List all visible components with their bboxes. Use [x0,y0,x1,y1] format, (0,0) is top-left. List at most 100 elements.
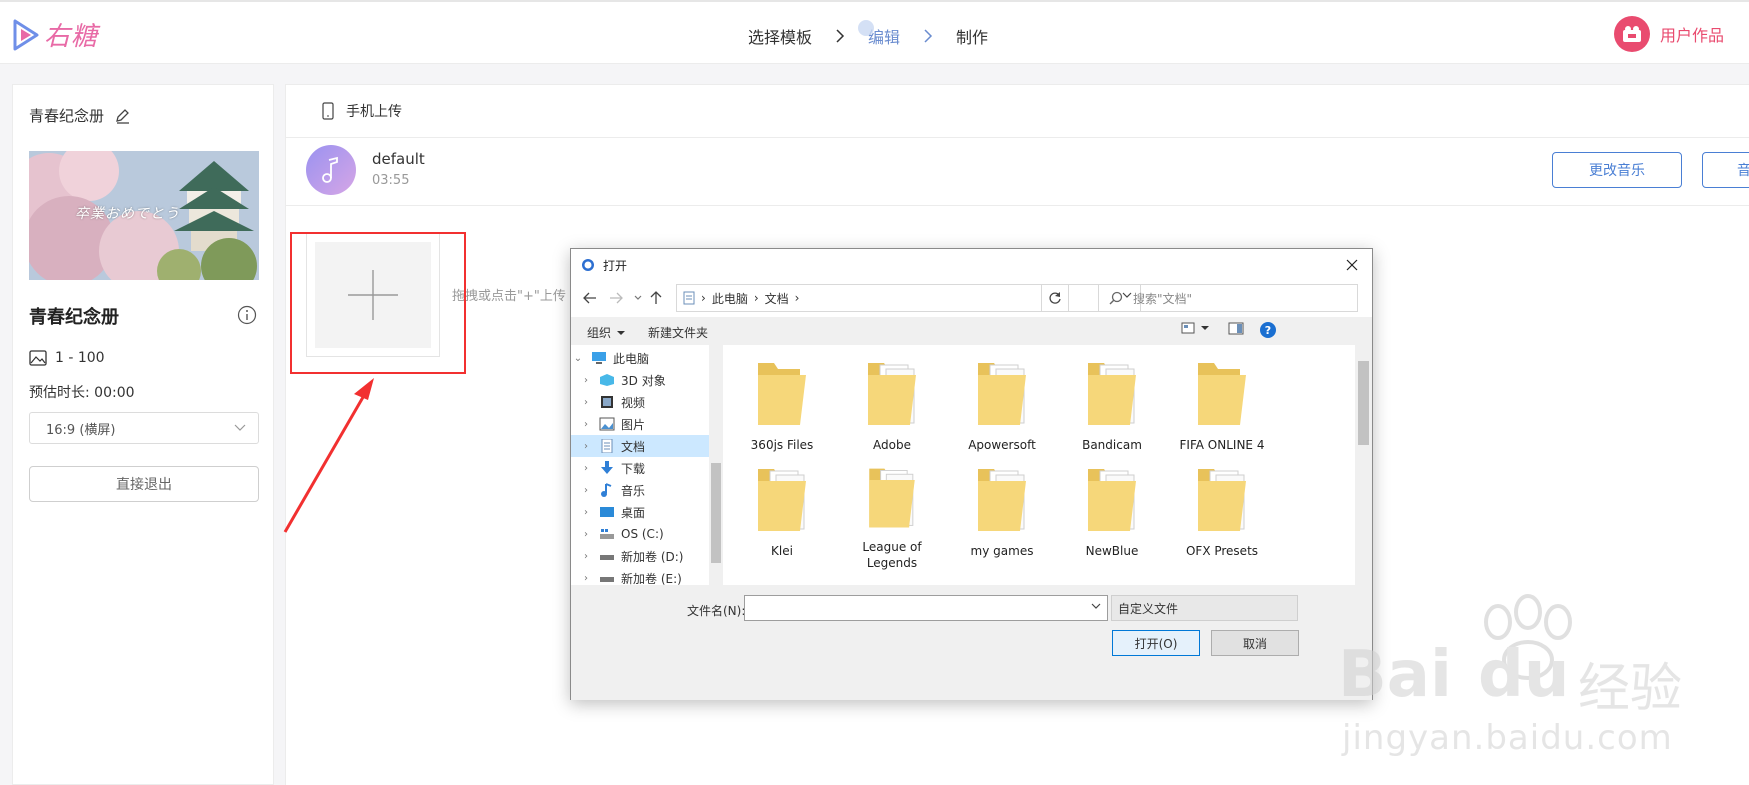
watermark-brand: Bai [1338,638,1452,712]
tree-item-pictures[interactable]: › 图片 [571,413,709,435]
navigation-tree: ⌄ 此电脑 › 3D 对象 › 视频 › 图片 › 文档 › 下载 › 音乐 ›… [571,345,709,586]
help-icon[interactable]: ? [1259,321,1277,339]
file-grid: 360js Files Adobe Apowersoft Bandicam FIFA O… [723,345,1355,585]
open-button[interactable]: 打开(O) [1112,630,1200,656]
folder-item[interactable]: League of Legends [837,461,947,571]
chevron-right-icon[interactable]: › [579,397,593,408]
folder-item[interactable]: FIFA ONLINE 4 [1167,355,1277,465]
step-select-template[interactable]: 选择模板 [740,24,820,48]
view-options-button[interactable] [1181,321,1211,335]
aspect-ratio-value: 16:9 (横屏) [46,422,116,438]
folder-item[interactable]: OFX Presets [1167,461,1277,571]
album-cover-image: 卒業おめでとう [29,151,259,280]
tree-scrollbar[interactable] [709,345,723,585]
tree-item-documents[interactable]: › 文档 [571,435,709,457]
folder-item[interactable]: 360js Files [727,355,837,465]
folder-item[interactable]: NewBlue [1057,461,1167,571]
mobile-upload-link[interactable]: 手机上传 [322,101,402,121]
breadcrumb-this-pc[interactable]: 此电脑 [712,290,748,307]
info-icon[interactable] [237,305,257,325]
files-scrollbar-thumb[interactable] [1358,361,1369,445]
left-panel: 青春纪念册 卒業おめでとう 青春纪念册 1 - 100 预估时长: 00:00 … [12,84,274,785]
folder-item[interactable]: Klei [727,461,837,571]
preview-pane-icon[interactable] [1227,321,1245,337]
exit-button[interactable]: 直接退出 [29,466,259,502]
drive-icon [600,555,614,560]
recent-dropdown-icon[interactable] [629,289,647,307]
chevron-down-icon[interactable] [1091,602,1101,610]
chevron-right-icon: › [753,291,759,305]
tree-item-desktop[interactable]: › 桌面 [571,501,709,523]
chevron-right-icon[interactable]: › [579,551,593,562]
cover-caption: 卒業おめでとう [75,206,180,222]
search-input[interactable]: 搜索"文档" [1098,284,1358,312]
tree-scrollbar-thumb[interactable] [711,463,721,563]
album-name: 青春纪念册 [29,307,119,328]
edit-icon[interactable] [114,107,132,125]
tree-label: 桌面 [621,505,646,520]
tree-item-downloads[interactable]: › 下载 [571,457,709,479]
expand-arrow-icon[interactable]: ⌄ [571,353,585,364]
chevron-right-icon[interactable]: › [579,573,593,584]
desktop-icon [600,507,614,517]
folder-label: League of Legends [862,540,922,570]
app-logo-icon [582,259,594,271]
mobile-upload-label: 手机上传 [346,104,402,120]
back-arrow-icon[interactable] [581,289,599,307]
folder-item[interactable]: Adobe [837,355,947,465]
breadcrumb-documents[interactable]: 文档 [765,290,789,307]
tree-item-videos[interactable]: › 视频 [571,391,709,413]
chevron-right-icon[interactable]: › [579,419,593,430]
cancel-button[interactable]: 取消 [1211,630,1299,656]
document-icon [683,291,695,305]
dialog-toolbar: 组织 新建文件夹 ? [571,317,1372,345]
dialog-navbar: › 此电脑 › 文档 › 搜索"文档" [571,283,1372,315]
chevron-right-icon: › [701,291,706,305]
step-produce[interactable]: 制作 [948,24,996,48]
logo-text: 右糖 [44,22,99,52]
photo-range: 1 - 100 [55,350,105,366]
folder-icon [978,363,1026,425]
address-bar[interactable]: › 此电脑 › 文档 › [676,284,1141,312]
folder-item[interactable]: Apowersoft [947,355,1057,465]
chevron-right-icon[interactable]: › [579,529,593,540]
music-option-button[interactable]: 音 [1702,152,1749,188]
folder-item[interactable]: Bandicam [1057,355,1167,465]
logo[interactable]: 右糖 [12,16,98,53]
refresh-icon[interactable] [1041,284,1069,312]
user-works-link[interactable]: 用户作品 [1614,16,1724,52]
folder-item[interactable]: my games [947,461,1057,571]
chevron-right-icon[interactable]: › [579,507,593,518]
file-type-select[interactable]: 自定义文件 [1111,595,1298,621]
step-edit[interactable]: 编辑 [858,20,908,48]
file-type-value: 自定义文件 [1118,601,1179,616]
organize-menu[interactable]: 组织 [587,324,626,341]
tree-label: 文档 [621,439,646,454]
image-icon [29,350,47,366]
chevron-right-icon[interactable]: › [579,441,593,452]
tree-item-3d-objects[interactable]: › 3D 对象 [571,369,709,391]
view-icon [1181,322,1195,334]
forward-arrow-icon[interactable] [607,289,625,307]
chevron-right-icon[interactable]: › [579,485,593,496]
music-duration: 03:55 [372,173,410,188]
tree-item-drive-d[interactable]: › 新加卷 (D:) [571,545,709,567]
tree-item-drive-c[interactable]: › OS (C:) [571,523,709,545]
folder-icon [1198,469,1246,531]
tree-item-music[interactable]: › 音乐 [571,479,709,501]
filename-input[interactable] [744,595,1108,621]
close-icon[interactable] [1340,253,1364,277]
tree-label: 视频 [621,395,646,410]
divider [286,137,1749,138]
folder-label: Klei [771,544,793,558]
chevron-right-icon[interactable]: › [579,375,593,386]
files-scrollbar[interactable] [1355,345,1372,585]
tree-item-this-pc[interactable]: ⌄ 此电脑 [571,347,709,369]
pictures-icon [599,417,615,431]
new-folder-button[interactable]: 新建文件夹 [648,324,708,341]
aspect-ratio-select[interactable]: 16:9 (横屏) [29,412,259,444]
folder-label: OFX Presets [1185,544,1259,558]
chevron-right-icon[interactable]: › [579,463,593,474]
change-music-button[interactable]: 更改音乐 [1552,152,1682,188]
up-arrow-icon[interactable] [647,289,665,307]
